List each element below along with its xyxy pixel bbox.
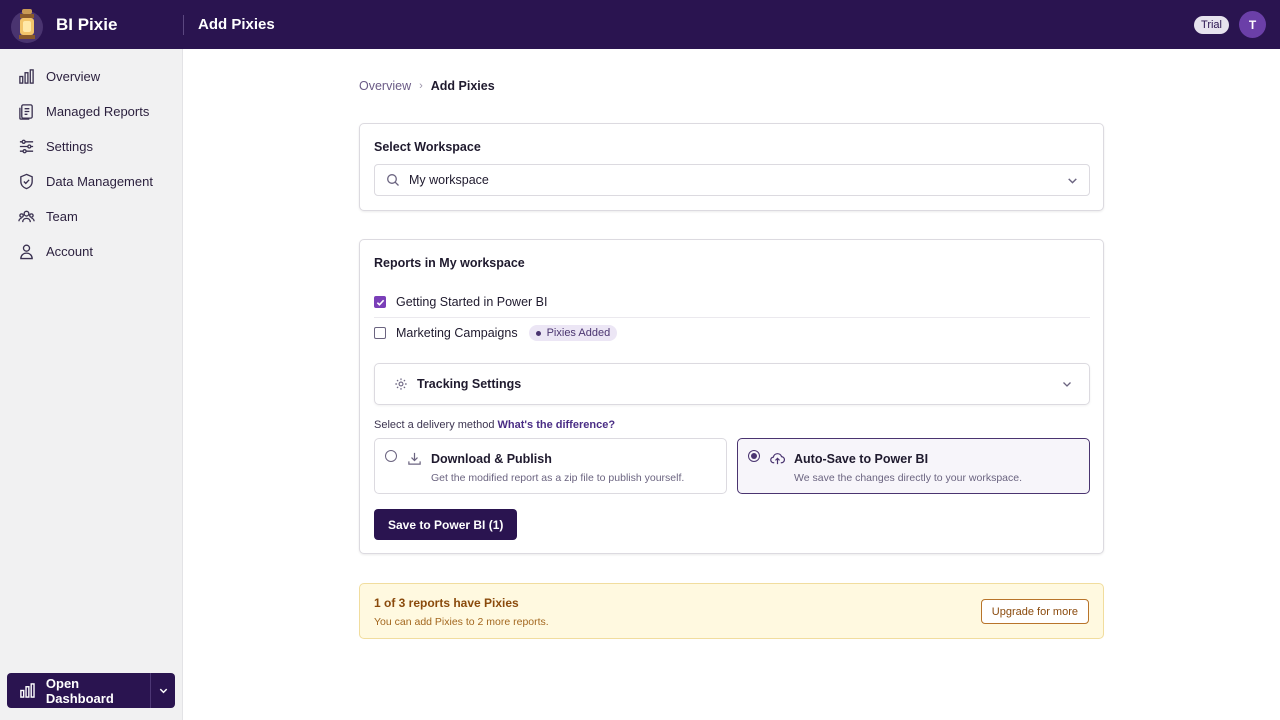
reports-heading: Reports in My workspace <box>374 256 525 270</box>
open-dashboard-split-button: Open Dashboard <box>7 673 175 708</box>
tracking-settings-accordion[interactable]: Tracking Settings <box>374 363 1090 405</box>
app-name: BI Pixie <box>56 14 118 34</box>
top-bar: BI Pixie Add Pixies Trial T <box>0 0 1280 49</box>
breadcrumb-overview-link[interactable]: Overview <box>359 79 411 93</box>
sidebar-item-label: Data Management <box>46 174 153 189</box>
sidebar-item-data-management[interactable]: Data Management <box>0 164 182 199</box>
sliders-icon <box>19 139 34 154</box>
sidebar-item-overview[interactable]: Overview <box>0 59 182 94</box>
delivery-prompt-text: Select a delivery method <box>374 419 495 431</box>
option-title: Download & Publish <box>431 452 552 466</box>
banner-title: 1 of 3 reports have Pixies <box>374 596 519 610</box>
lantern-logo-icon <box>8 4 46 46</box>
option-description: Get the modified report as a zip file to… <box>431 472 685 484</box>
upgrade-button[interactable]: Upgrade for more <box>980 599 1089 624</box>
cloud-upload-icon <box>770 453 785 465</box>
avatar[interactable]: T <box>1239 11 1266 38</box>
sidebar-item-label: Account <box>46 244 93 259</box>
banner-subtitle: You can add Pixies to 2 more reports. <box>374 616 549 628</box>
delivery-difference-link[interactable]: What's the difference? <box>498 419 616 431</box>
report-name: Marketing Campaigns <box>396 326 518 340</box>
sidebar: Overview Managed Reports Settings Data M… <box>0 49 183 720</box>
option-description: We save the changes directly to your wor… <box>794 472 1023 484</box>
row-divider <box>374 317 1090 318</box>
checkmark-icon <box>376 299 384 306</box>
delivery-option-download[interactable]: Download & Publish Get the modified repo… <box>374 438 727 494</box>
delivery-radio[interactable] <box>748 450 760 462</box>
breadcrumb-current: Add Pixies <box>430 79 495 93</box>
chevron-right-icon: › <box>419 80 423 92</box>
user-icon <box>20 244 33 260</box>
search-icon <box>387 174 399 186</box>
pixies-added-badge: Pixies Added <box>528 325 618 341</box>
workspace-select-value: My workspace <box>409 173 489 187</box>
chevron-down-icon <box>1068 178 1077 184</box>
sidebar-item-label: Managed Reports <box>46 104 150 119</box>
reports-card: Reports in My workspace Getting Started … <box>359 239 1104 554</box>
bar-chart-icon <box>20 683 35 698</box>
upgrade-banner: 1 of 3 reports have Pixies You can add P… <box>359 583 1104 639</box>
workspace-card: Select Workspace My workspace <box>359 123 1104 211</box>
sidebar-item-settings[interactable]: Settings <box>0 129 182 164</box>
page-title: Add Pixies <box>198 16 275 33</box>
trial-badge[interactable]: Trial <box>1194 15 1229 34</box>
breadcrumb: Overview › Add Pixies <box>359 79 495 93</box>
option-title: Auto-Save to Power BI <box>794 452 929 466</box>
delivery-method-prompt: Select a delivery method What's the diff… <box>374 419 615 431</box>
workspace-select[interactable]: My workspace <box>374 164 1090 196</box>
report-icon <box>19 104 33 120</box>
sidebar-item-label: Settings <box>46 139 93 154</box>
badge-label: Pixies Added <box>546 327 611 339</box>
chevron-down-icon <box>159 688 167 694</box>
report-row: Getting Started in Power BI <box>374 295 1090 309</box>
report-name: Getting Started in Power BI <box>396 295 548 309</box>
sidebar-item-label: Team <box>46 209 78 224</box>
report-checkbox[interactable] <box>374 296 386 308</box>
delivery-option-auto-save[interactable]: Auto-Save to Power BI We save the change… <box>737 438 1090 494</box>
topbar-divider <box>183 14 184 35</box>
sidebar-item-managed-reports[interactable]: Managed Reports <box>0 94 182 129</box>
sidebar-item-label: Overview <box>46 69 101 84</box>
status-dot-icon <box>535 330 541 336</box>
tracking-settings-label: Tracking Settings <box>417 377 522 391</box>
chevron-down-icon <box>1063 382 1071 387</box>
sidebar-item-team[interactable]: Team <box>0 199 182 234</box>
open-dashboard-button[interactable]: Open Dashboard <box>7 673 151 708</box>
save-to-power-bi-button[interactable]: Save to Power BI (1) <box>374 509 518 540</box>
open-dashboard-label: Open Dashboard <box>45 675 114 706</box>
report-row: Marketing Campaigns Pixies Added <box>374 325 1090 341</box>
team-icon <box>18 210 35 223</box>
shield-icon <box>20 173 33 190</box>
delivery-radio[interactable] <box>385 450 397 462</box>
open-dashboard-menu-toggle[interactable] <box>151 673 175 708</box>
brand[interactable]: BI Pixie <box>0 0 183 49</box>
workspace-label: Select Workspace <box>374 140 481 154</box>
download-icon <box>408 452 421 465</box>
gear-icon <box>395 378 407 390</box>
report-checkbox[interactable] <box>374 327 386 339</box>
sidebar-item-account[interactable]: Account <box>0 234 182 269</box>
bar-chart-icon <box>19 69 34 84</box>
